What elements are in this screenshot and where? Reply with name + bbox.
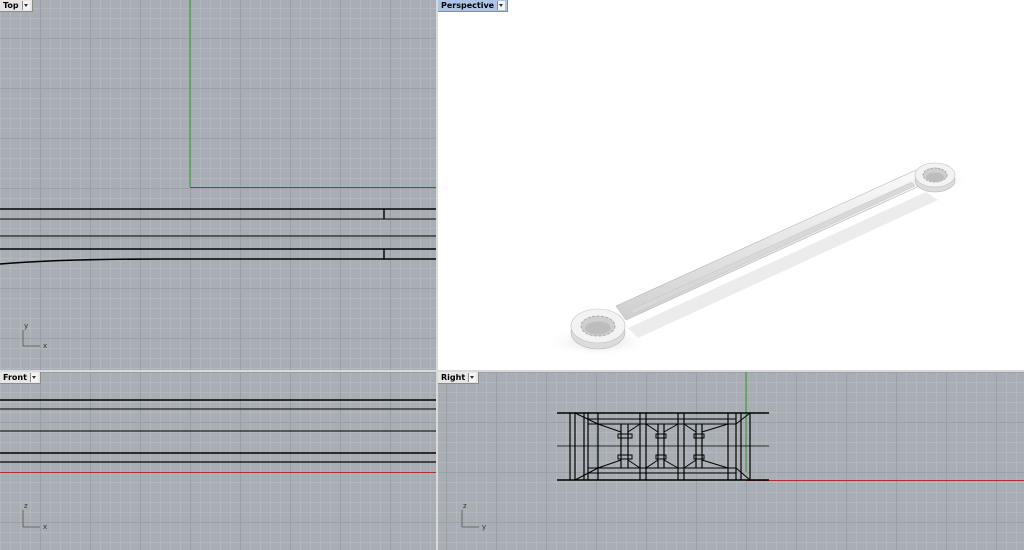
viewport-title-front[interactable]: Front	[0, 372, 41, 384]
gizmo-vertical-axis-label: z	[24, 502, 28, 510]
viewport-title-text: Right	[441, 373, 466, 382]
viewport-splitter-horizontal[interactable]	[0, 370, 1024, 372]
axis-gizmo-icon	[22, 510, 40, 528]
dropdown-arrow-icon[interactable]	[29, 373, 38, 382]
top-view-canvas: y x	[0, 0, 436, 350]
dropdown-arrow-icon[interactable]	[497, 1, 506, 10]
gizmo-vertical-axis-label: z	[463, 502, 467, 510]
wrench-right-section	[557, 412, 769, 481]
viewport-splitter-vertical[interactable]	[436, 0, 438, 550]
viewport-title-top[interactable]: Top	[0, 0, 33, 12]
gizmo-vertical-axis-label: y	[24, 322, 28, 330]
viewport-title-text: Front	[3, 373, 27, 382]
wrench-top-outline	[0, 208, 436, 265]
viewport-front[interactable]: z x Front	[0, 372, 436, 550]
axis-gizmo-icon	[461, 510, 479, 528]
front-view-canvas: z x	[0, 399, 436, 531]
right-view-canvas: z y	[461, 372, 1024, 531]
gizmo-horizontal-axis-label: x	[43, 523, 47, 531]
wrench-shadow-bar	[628, 192, 938, 338]
wrench-front-outline	[0, 399, 436, 463]
viewport-title-perspective[interactable]: Perspective	[438, 0, 509, 12]
gizmo-horizontal-axis-label: x	[43, 342, 47, 350]
viewport-top[interactable]: y x Top	[0, 0, 436, 370]
viewport-title-right[interactable]: Right	[438, 372, 480, 384]
wrench-bar-groove	[629, 181, 916, 315]
dropdown-arrow-icon[interactable]	[21, 1, 30, 10]
wrench-3d-model	[570, 162, 956, 350]
viewport-title-text: Top	[3, 1, 19, 10]
gizmo-horizontal-axis-label: y	[482, 523, 486, 531]
dropdown-arrow-icon[interactable]	[468, 373, 477, 382]
viewport-title-text: Perspective	[441, 1, 495, 10]
perspective-view-canvas	[543, 162, 970, 357]
viewport-perspective[interactable]: Perspective	[438, 0, 1024, 370]
axis-gizmo-icon	[22, 330, 40, 347]
viewport-right[interactable]: z y Right	[438, 372, 1024, 550]
